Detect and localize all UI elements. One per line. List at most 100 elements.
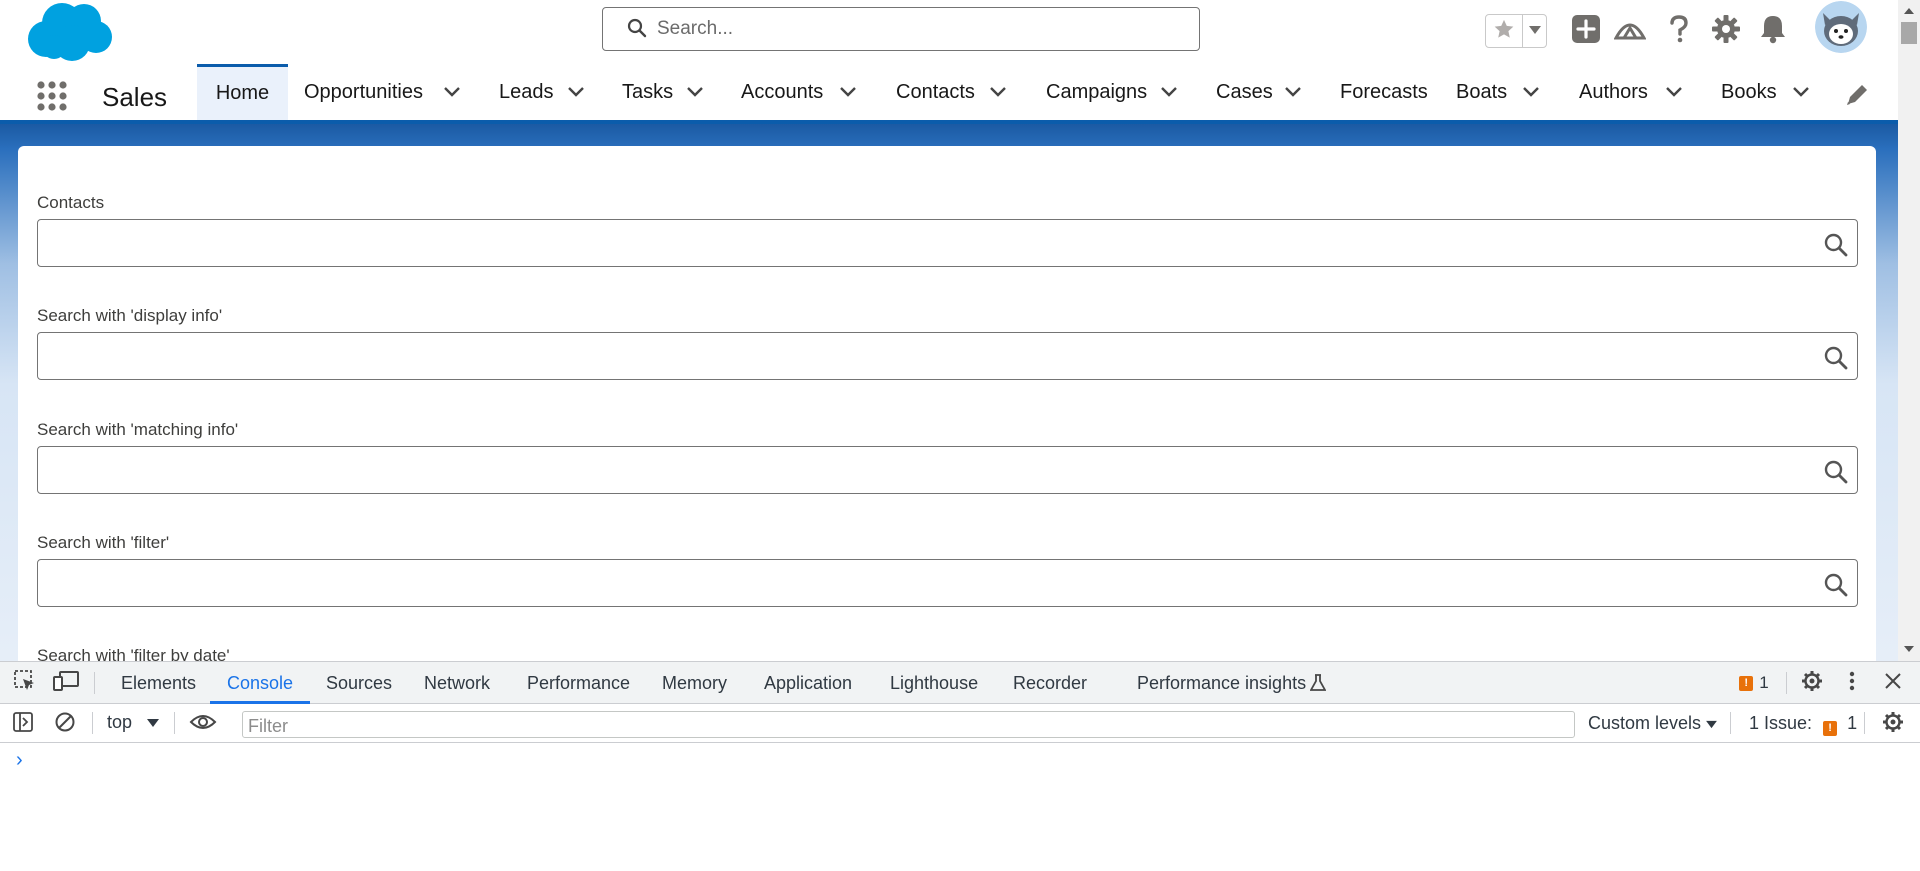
edit-nav-items-button[interactable] (1844, 82, 1870, 108)
favorites-star-button[interactable] (1486, 15, 1523, 47)
devtools-more-options-button[interactable] (1842, 671, 1862, 695)
accounts-menu-chevron-down-icon[interactable] (836, 80, 860, 104)
toolbar-divider (1730, 712, 1731, 734)
scrollbar-thumb[interactable] (1901, 22, 1917, 44)
tab-home[interactable]: Home (197, 64, 288, 120)
page-scrollbar[interactable] (1898, 0, 1920, 661)
console-settings-button[interactable] (1880, 711, 1906, 738)
field-label: Contacts (37, 193, 105, 212)
tab-accounts[interactable]: Accounts (741, 64, 823, 120)
device-toolbar-button[interactable] (52, 670, 80, 697)
javascript-context-select[interactable]: top (107, 712, 160, 733)
issue-flag-icon: ! (1739, 675, 1754, 691)
notifications-button[interactable] (1755, 13, 1791, 49)
scroll-up-arrow-icon[interactable] (1904, 2, 1914, 20)
tab-books[interactable]: Books (1721, 64, 1777, 120)
tab-contacts[interactable]: Contacts (896, 64, 975, 120)
clear-console-icon (54, 711, 76, 738)
app-navigation-bar: Sales Home Opportunities Leads Tasks Acc… (0, 64, 1898, 124)
show-sidebar-button[interactable] (11, 711, 35, 736)
tab-opportunities[interactable]: Opportunities (304, 64, 423, 120)
filter-lookup-input[interactable] (37, 559, 1858, 607)
close-devtools-button[interactable] (1881, 671, 1905, 695)
setup-button[interactable] (1708, 13, 1744, 49)
leads-menu-chevron-down-icon[interactable] (564, 80, 588, 104)
search-icon (627, 18, 647, 43)
matching-info-lookup-input[interactable] (37, 446, 1858, 494)
app-launcher-waffle-icon (36, 81, 68, 116)
gear-icon (1801, 670, 1823, 697)
tab-leads[interactable]: Leads (499, 64, 554, 120)
log-levels-dropdown[interactable]: Custom levels (1588, 713, 1717, 734)
tab-elements[interactable]: Elements (121, 673, 196, 694)
experiment-flask-icon (1308, 673, 1328, 693)
tab-performance-insights[interactable]: Performance insights (1137, 673, 1306, 694)
tab-console[interactable]: Console (227, 673, 293, 694)
tab-boats[interactable]: Boats (1456, 64, 1507, 120)
nav-item-label: Leads (499, 80, 554, 103)
campaigns-menu-chevron-down-icon[interactable] (1157, 80, 1181, 104)
tab-campaigns[interactable]: Campaigns (1046, 64, 1147, 120)
device-toggle-icon (52, 670, 80, 697)
tab-authors[interactable]: Authors (1579, 64, 1648, 120)
tab-tasks[interactable]: Tasks (622, 64, 673, 120)
lookup-card: Contacts Search with 'display info' Sear… (18, 146, 1876, 661)
devtools-settings-button[interactable] (1799, 670, 1825, 697)
toolbar-divider (92, 712, 93, 734)
contacts-menu-chevron-down-icon[interactable] (986, 80, 1010, 104)
favorites-menu-button[interactable] (1523, 15, 1546, 47)
authors-menu-chevron-down-icon[interactable] (1662, 80, 1686, 104)
boats-menu-chevron-down-icon[interactable] (1519, 80, 1543, 104)
tab-forecasts[interactable]: Forecasts (1340, 64, 1428, 120)
help-button[interactable] (1661, 13, 1697, 49)
tab-network[interactable]: Network (424, 673, 490, 694)
issues-label: 1 Issue: (1749, 713, 1813, 733)
global-search-box[interactable]: Search... (602, 7, 1200, 51)
log-levels-label: Custom levels (1588, 713, 1702, 733)
tab-recorder[interactable]: Recorder (1013, 673, 1087, 694)
global-search-placeholder: Search... (657, 18, 734, 39)
search-icon[interactable] (1823, 459, 1849, 485)
caret-down-icon (1528, 22, 1541, 40)
global-actions-add-button[interactable] (1568, 13, 1604, 49)
tab-performance[interactable]: Performance (527, 673, 630, 694)
nav-item-label: Accounts (741, 80, 824, 103)
tab-sources[interactable]: Sources (326, 673, 392, 694)
live-expressions-button[interactable] (187, 712, 219, 736)
global-header: Search... (0, 0, 1898, 64)
tab-application[interactable]: Application (764, 673, 852, 694)
trailhead-button[interactable] (1612, 13, 1648, 49)
filter-placeholder: Filter (248, 716, 288, 736)
avatar[interactable] (1815, 1, 1867, 53)
inspect-element-button[interactable] (12, 669, 38, 695)
field-label: Search with 'display info' (37, 306, 223, 325)
field-label: Search with 'filter by date' (37, 646, 230, 661)
clear-console-button[interactable] (53, 712, 77, 736)
app-launcher-button[interactable] (36, 80, 68, 112)
tasks-menu-chevron-down-icon[interactable] (683, 80, 707, 104)
tab-lighthouse[interactable]: Lighthouse (890, 673, 978, 694)
add-icon (1571, 14, 1601, 49)
toolbar-divider (1786, 672, 1787, 694)
search-icon[interactable] (1823, 345, 1849, 371)
console-prompt[interactable]: › (16, 749, 23, 772)
pencil-icon (1844, 85, 1870, 112)
tab-memory[interactable]: Memory (662, 673, 727, 694)
issues-badge[interactable]: ! 1 (1734, 673, 1774, 693)
console-filter-input[interactable]: Filter (242, 711, 1575, 738)
books-menu-chevron-down-icon[interactable] (1789, 80, 1813, 104)
kebab-menu-icon (1849, 671, 1855, 696)
gear-icon (1882, 711, 1904, 738)
opportunities-menu-chevron-down-icon[interactable] (440, 80, 464, 104)
issues-counter-button[interactable]: 1 Issue: ! 1 (1749, 713, 1857, 736)
display-info-lookup-input[interactable] (37, 332, 1858, 380)
tab-cases[interactable]: Cases (1216, 64, 1273, 120)
search-icon[interactable] (1823, 232, 1849, 258)
cases-menu-chevron-down-icon[interactable] (1281, 80, 1305, 104)
favorites-group (1485, 14, 1547, 48)
salesforce-cloud-logo[interactable] (22, 1, 114, 68)
issue-flag-icon: ! (1823, 721, 1838, 736)
search-icon[interactable] (1823, 572, 1849, 598)
scroll-down-arrow-icon[interactable] (1904, 640, 1914, 658)
contacts-lookup-input[interactable] (37, 219, 1858, 267)
